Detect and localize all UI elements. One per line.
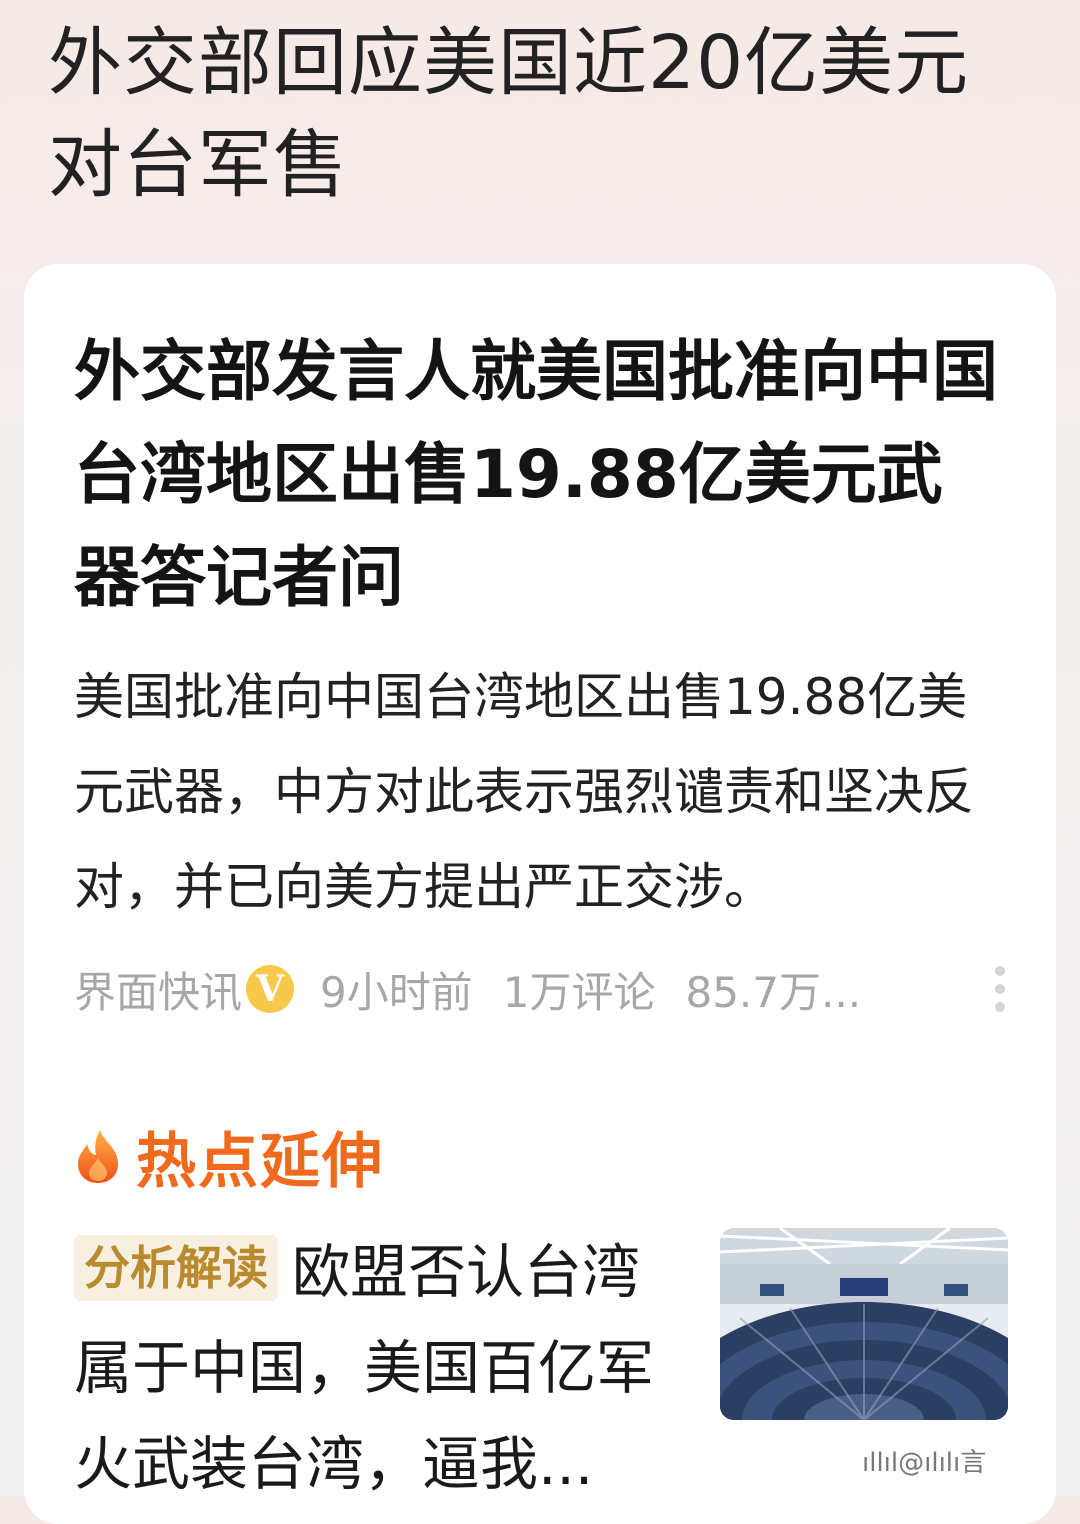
verified-badge-icon: V (246, 965, 295, 1013)
source-name[interactable]: 界面快讯 (74, 959, 242, 1020)
news-summary: 美国批准向中国台湾地区出售19.88亿美元武器，中方对此表示强烈谴责和坚决反对，… (74, 668, 974, 916)
publish-time: 9小时前 (320, 967, 473, 1017)
news-meta: 界面快讯 V 9小时前 1万评论 85.7万... (74, 954, 1014, 1024)
view-count: 85.7万... (685, 967, 862, 1017)
flame-icon (78, 1130, 118, 1183)
verified-badge-letter: V (256, 968, 284, 1010)
hot-extension-header: 热点延伸 (74, 1116, 384, 1197)
related-article[interactable]: 分析解读 欧盟否认台湾属于中国，美国百亿军火武装台湾，逼我... (74, 1224, 674, 1512)
analysis-tag: 分析解读 (74, 1235, 278, 1301)
news-title[interactable]: 外交部发言人就美国批准向中国台湾地区出售19.88亿美元武器答记者问 (74, 320, 1004, 629)
hot-extension-title: 热点延伸 (136, 1126, 384, 1197)
comment-count[interactable]: 1万评论 (503, 959, 656, 1020)
parliament-chamber-photo (720, 1228, 1008, 1420)
more-vertical-icon[interactable] (990, 966, 1010, 1016)
watermark: ıllıl@ılılı言 (862, 1448, 987, 1478)
page-title: 外交部回应美国近20亿美元对台军售 (48, 20, 970, 208)
news-card[interactable]: 外交部发言人就美国批准向中国台湾地区出售19.88亿美元武器答记者问 美国批准向… (24, 264, 1056, 1524)
related-article-thumbnail[interactable] (720, 1228, 1008, 1420)
